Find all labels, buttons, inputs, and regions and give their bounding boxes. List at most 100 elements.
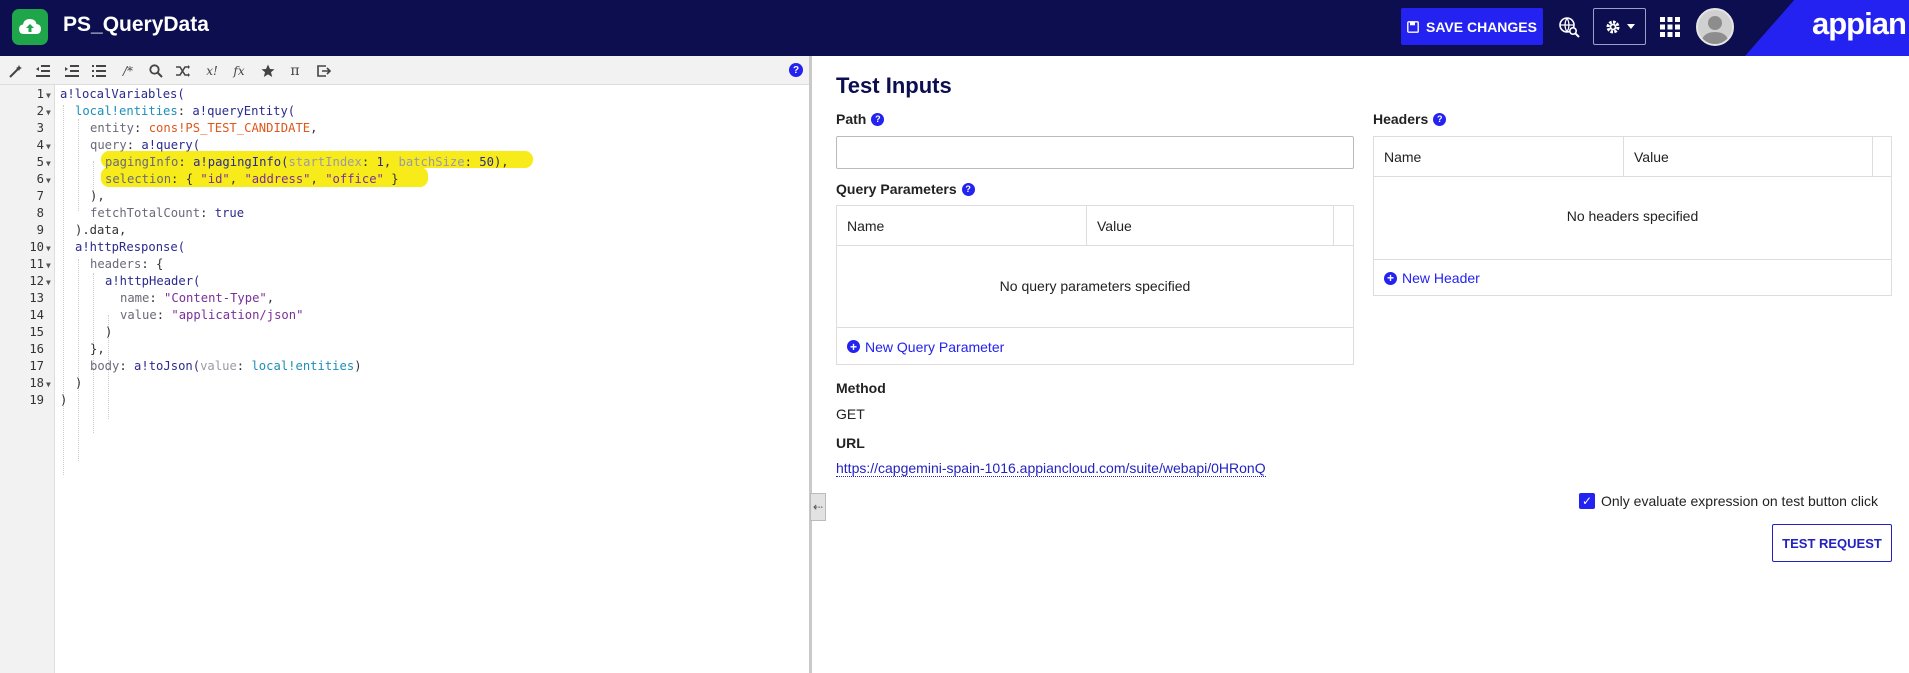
indent-guide: [78, 259, 79, 461]
code-token: cons!PS_TEST_CANDIDATE: [148, 121, 311, 135]
code-token: value: [200, 359, 237, 373]
magic-wand-icon[interactable]: [6, 61, 26, 80]
appian-logo: appian: [1812, 6, 1907, 41]
code-line: entity: cons!PS_TEST_CANDIDATE,: [90, 121, 318, 135]
search-icon[interactable]: [146, 61, 166, 80]
app-logo[interactable]: [12, 9, 48, 45]
code-token: ): [105, 325, 113, 339]
fold-caret-icon[interactable]: ▼: [46, 108, 51, 117]
code-token: a!httpHeader(: [105, 274, 201, 288]
indent-guide: [78, 119, 79, 211]
code-token: ,: [383, 155, 399, 169]
code-line: query: a!query(: [90, 138, 200, 152]
code-token: selection: [105, 172, 172, 186]
code-token: a!pagingInfo(: [193, 155, 289, 169]
path-label-text: Path: [836, 111, 867, 127]
code-token: ): [60, 393, 68, 407]
code-token: },: [90, 342, 105, 356]
apps-grid-icon[interactable]: [1659, 12, 1681, 42]
fold-caret-icon[interactable]: ▼: [46, 159, 51, 168]
code-token: headers: [90, 257, 142, 271]
plus-circle-icon: +: [1384, 271, 1397, 285]
editor-toolbar: /* x! fx π ?: [0, 56, 809, 85]
code-token: :: [134, 121, 149, 135]
test-inputs-panel: Test Inputs Path ? Query Parameters ? Na…: [812, 56, 1909, 673]
fold-caret-icon[interactable]: ▼: [46, 176, 51, 185]
expression-editor[interactable]: /* x! fx π ? 1 2 3 4 5 6 7 8 9 10 11 12 …: [0, 56, 809, 673]
user-silhouette-icon: [1701, 16, 1729, 44]
code-token: "office": [325, 172, 384, 186]
method-value: GET: [836, 406, 865, 422]
checkbox-label: Only evaluate expression on test button …: [1601, 493, 1879, 509]
code-token: a!httpResponse(: [75, 240, 186, 254]
save-changes-button[interactable]: SAVE CHANGES: [1401, 8, 1543, 45]
function-icon[interactable]: fx: [229, 61, 249, 80]
line-number: 10: [29, 240, 44, 254]
url-label: URL: [836, 435, 865, 451]
code-token: :: [177, 104, 193, 118]
help-icon[interactable]: ?: [871, 112, 885, 126]
code-token: a!query(: [141, 138, 201, 152]
star-icon[interactable]: [258, 61, 278, 80]
endpoint-url-link[interactable]: https://capgemini-spain-1016.appiancloud…: [836, 460, 1266, 477]
editor-help-icon[interactable]: ?: [789, 63, 803, 77]
user-avatar[interactable]: [1696, 8, 1734, 46]
path-label: Path ?: [836, 111, 885, 127]
fold-caret-icon[interactable]: ▼: [46, 142, 51, 151]
fold-caret-icon[interactable]: ▼: [46, 91, 51, 100]
test-request-button[interactable]: TEST REQUEST: [1772, 524, 1892, 562]
fold-caret-icon[interactable]: ▼: [46, 244, 51, 253]
top-bar: PS_QueryData SAVE CHANGES appian: [0, 0, 1909, 56]
code-token: ,: [310, 121, 318, 135]
code-area[interactable]: 1 2 3 4 5 6 7 8 9 10 11 12 13 14 15 16 1…: [0, 85, 809, 673]
checkmark-icon[interactable]: ✓: [1579, 493, 1595, 509]
fold-caret-icon[interactable]: ▼: [46, 380, 51, 389]
indent-guide: [63, 105, 64, 475]
shuffle-icon[interactable]: [173, 61, 193, 80]
code-line: ),: [90, 189, 105, 203]
grid-header: Name Value: [837, 206, 1353, 246]
fold-caret-icon[interactable]: ▼: [46, 261, 51, 270]
help-icon[interactable]: ?: [1433, 112, 1447, 126]
column-header-value: Value: [1087, 206, 1334, 246]
code-token: name: [120, 291, 150, 305]
query-params-grid: Name Value No query parameters specified…: [836, 205, 1354, 365]
code-token: ).data,: [75, 223, 127, 237]
line-number: 19: [29, 393, 44, 407]
path-input[interactable]: [836, 136, 1354, 169]
new-query-parameter-link[interactable]: + New Query Parameter: [837, 327, 1353, 365]
code-line: body: a!toJson(value: local!entities): [90, 359, 362, 373]
plus-circle-icon: +: [847, 340, 860, 353]
fold-caret-icon[interactable]: ▼: [46, 278, 51, 287]
code-line: name: "Content-Type",: [120, 291, 274, 305]
code-line: local!entities: a!queryEntity(: [75, 104, 295, 118]
pi-icon[interactable]: π: [285, 61, 305, 80]
code-token: fetchTotalCount: [90, 206, 201, 220]
line-number: 6: [36, 172, 44, 186]
indent-icon[interactable]: [62, 61, 82, 80]
globe-search-icon[interactable]: [1557, 12, 1581, 42]
settings-menu-button[interactable]: [1593, 8, 1646, 45]
code-line: ): [60, 393, 67, 407]
code-token: startIndex: [288, 155, 362, 169]
code-token: ),: [493, 155, 509, 169]
list-icon[interactable]: [89, 61, 109, 80]
code-line: ).data,: [75, 223, 126, 237]
code-token: value: [120, 308, 157, 322]
comment-icon[interactable]: /*: [118, 61, 138, 80]
code-token: "application/json": [171, 308, 304, 322]
new-header-label: New Header: [1402, 270, 1480, 286]
export-icon[interactable]: [314, 61, 334, 80]
code-line: selection: { "id", "address", "office" }: [105, 172, 399, 186]
new-header-link[interactable]: + New Header: [1374, 259, 1891, 296]
help-icon[interactable]: ?: [961, 182, 975, 196]
code-token: ,: [266, 291, 275, 305]
code-token: 50: [479, 155, 494, 169]
evaluate-on-test-checkbox[interactable]: ✓ Only evaluate expression on test butto…: [1579, 493, 1878, 509]
code-token: true: [214, 206, 245, 220]
outdent-icon[interactable]: [33, 61, 53, 80]
variable-icon[interactable]: x!: [202, 61, 222, 80]
line-number: 18: [29, 376, 44, 390]
code-token: :: [119, 359, 135, 373]
app-title: PS_QueryData: [63, 13, 209, 36]
